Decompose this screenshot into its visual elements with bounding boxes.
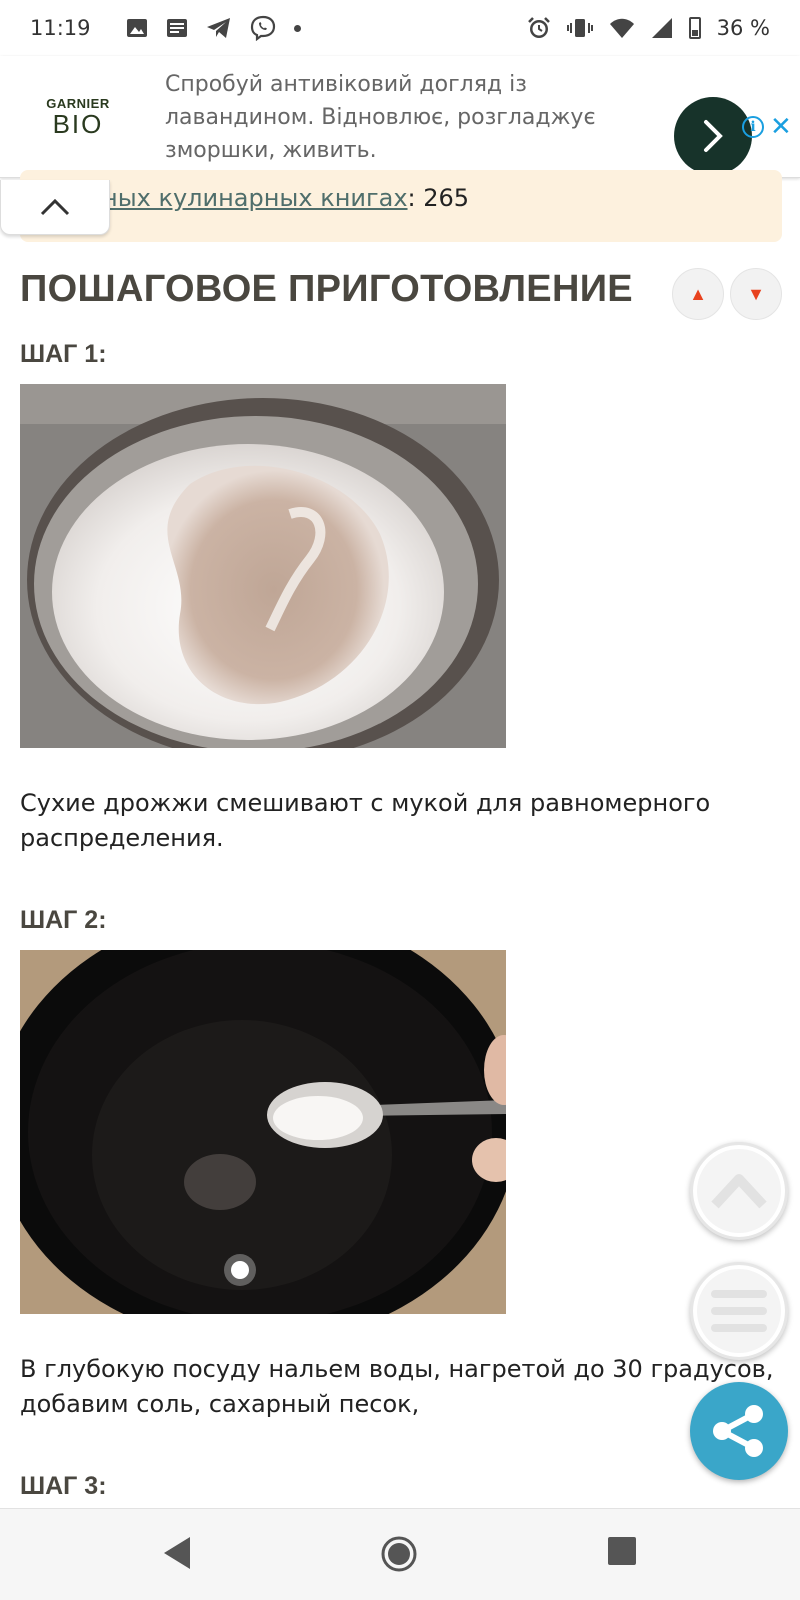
cookbooks-link[interactable]: ных кулинарных книгах	[102, 184, 408, 212]
step-1-photo	[20, 384, 506, 748]
chevron-up-icon	[40, 198, 70, 216]
scroll-top-button[interactable]	[690, 1142, 788, 1240]
ad-banner[interactable]: GARNIER BIO Спробуй антивіковий догляд і…	[0, 56, 800, 178]
step-2-label: ШАГ 2:	[20, 906, 107, 934]
hamburger-icon	[711, 1290, 767, 1332]
back-icon[interactable]	[160, 1535, 194, 1571]
telegram-icon	[207, 18, 230, 38]
brand-logo: GARNIER BIO	[28, 96, 128, 140]
section-title: ПОШАГОВОЕ ПРИГОТОВЛЕНИЕ	[20, 268, 633, 310]
recents-icon[interactable]	[606, 1535, 638, 1567]
share-button[interactable]	[690, 1382, 788, 1480]
notice-text: ных кулинарных книгах: 265	[102, 184, 469, 212]
ad-text[interactable]: Спробуй антивіковий догляд із лавандином…	[165, 68, 605, 167]
scroll-down-button[interactable]: ▼	[730, 268, 782, 320]
triangle-down-icon: ▼	[747, 283, 765, 304]
step-2-photo	[20, 950, 506, 1314]
wifi-icon	[609, 18, 634, 38]
recipe-notice: ных кулинарных книгах: 265	[20, 170, 782, 242]
dot-icon	[294, 24, 301, 32]
battery-percent: 36 %	[716, 16, 770, 40]
news-icon	[167, 19, 187, 37]
image-icon	[127, 19, 147, 37]
chevron-right-icon	[704, 120, 723, 152]
cookbooks-count: : 265	[407, 184, 470, 212]
step-1-label: ШАГ 1:	[20, 340, 107, 368]
brand-logo-bottom: BIO	[52, 109, 104, 139]
share-icon	[713, 1405, 763, 1457]
step-1-text: Сухие дрожжи смешивают с мукой для равно…	[20, 789, 711, 852]
step-3-label: ШАГ 3:	[20, 1472, 107, 1500]
info-icon[interactable]: i	[742, 116, 764, 138]
system-icons: 36 %	[527, 16, 770, 40]
home-icon[interactable]	[380, 1535, 418, 1573]
menu-button[interactable]	[690, 1262, 788, 1360]
battery-icon	[688, 17, 701, 39]
close-icon[interactable]: ✕	[770, 112, 792, 140]
collapse-ad-button[interactable]	[0, 180, 110, 235]
triangle-up-icon: ▲	[689, 283, 707, 304]
signal-icon	[651, 18, 672, 38]
notification-icons	[126, 15, 301, 41]
ad-open-button[interactable]	[674, 97, 752, 175]
alarm-icon	[527, 17, 550, 38]
step-2-text: В глубокую посуду нальем воды, нагретой …	[20, 1355, 774, 1418]
vibrate-icon	[566, 19, 593, 37]
status-time: 11:19	[30, 16, 91, 40]
scroll-up-button[interactable]: ▲	[672, 268, 724, 320]
status-bar: 11:19 36 %	[0, 0, 800, 56]
chevron-up-icon	[711, 1174, 767, 1209]
system-nav-bar	[0, 1508, 800, 1600]
viber-icon	[250, 15, 276, 41]
